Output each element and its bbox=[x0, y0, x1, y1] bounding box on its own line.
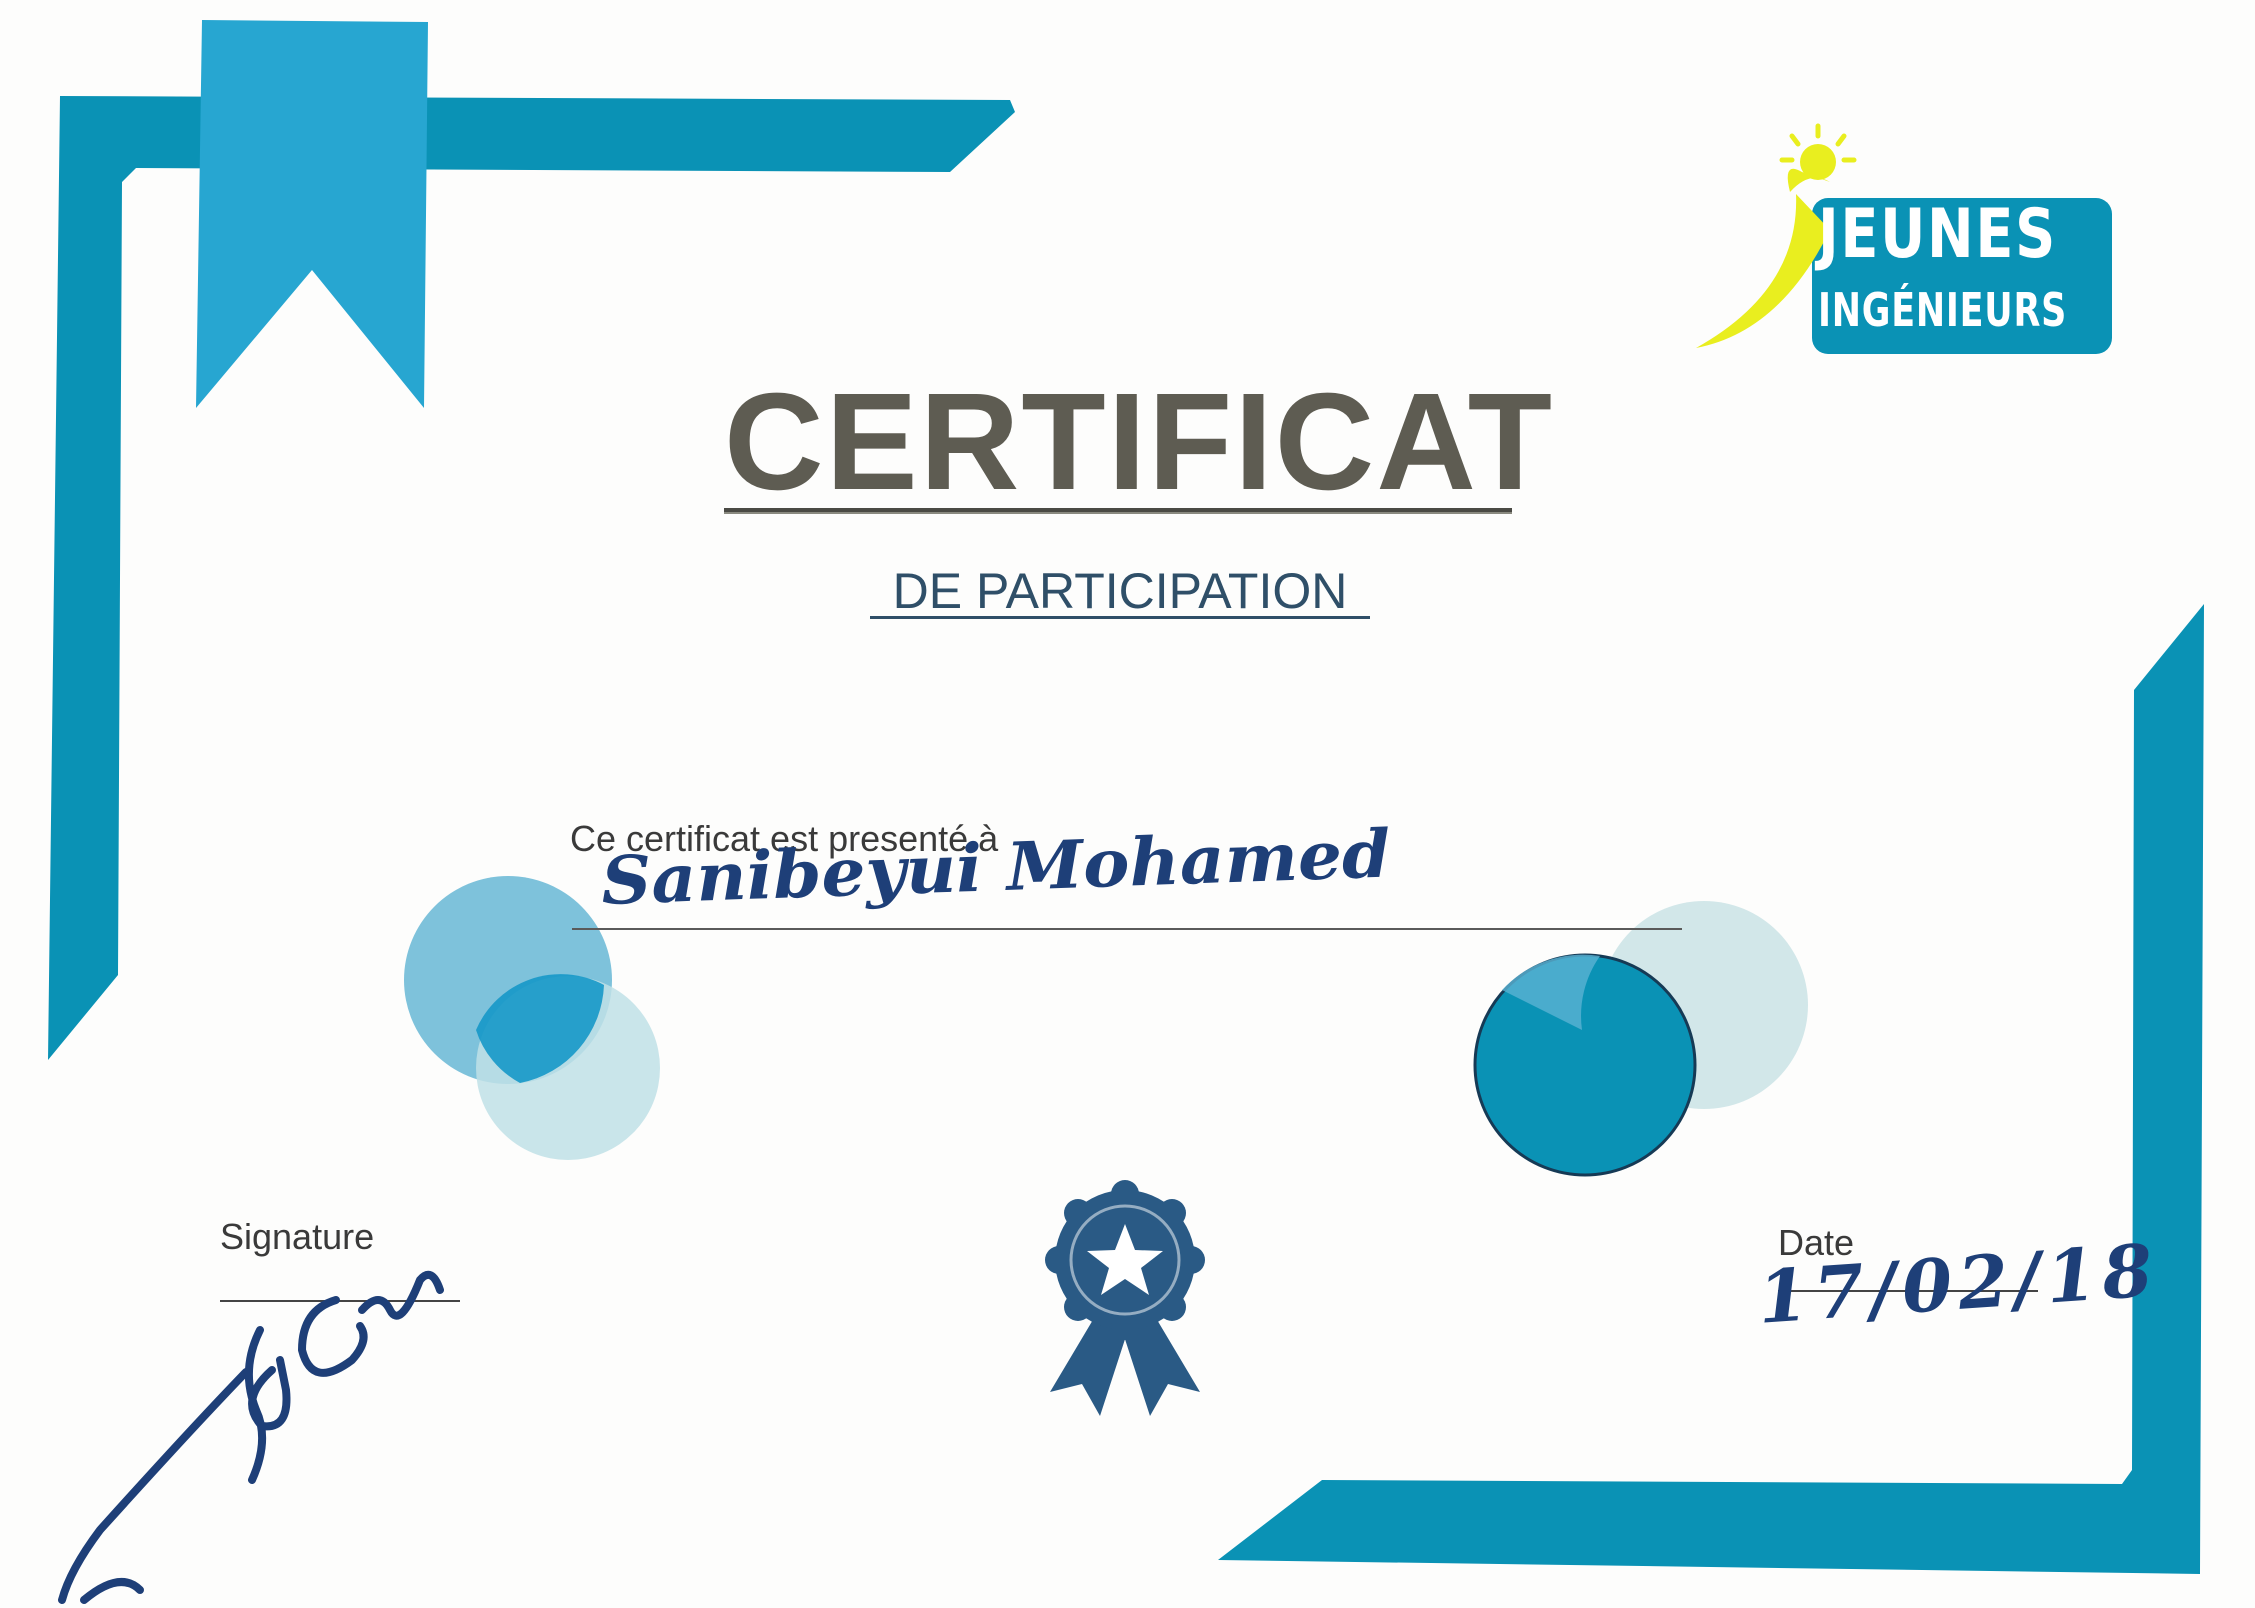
certificate-page: JEUNES INGÉNIEURS CERTIFICAT DE PARTICIP… bbox=[0, 0, 2255, 1608]
certificate-title: CERTIFICAT bbox=[724, 365, 1555, 519]
recipient-underline bbox=[572, 928, 1682, 930]
subtitle-underline bbox=[870, 616, 1370, 619]
certificate-subtitle: DE PARTICIPATION bbox=[892, 563, 1348, 619]
award-ribbon-star-icon bbox=[1045, 1180, 1205, 1416]
sun-icon bbox=[1779, 123, 1857, 192]
logo-text-ingenieurs: INGÉNIEURS bbox=[1818, 283, 2068, 337]
title-underline bbox=[724, 508, 1512, 514]
organization-logo: JEUNES INGÉNIEURS bbox=[1690, 120, 2130, 360]
handwritten-signature bbox=[58, 1270, 444, 1604]
top-left-ribbon bbox=[196, 20, 428, 408]
logo-text-jeunes: JEUNES bbox=[1818, 195, 2057, 274]
logo-swoosh bbox=[1696, 194, 1830, 348]
